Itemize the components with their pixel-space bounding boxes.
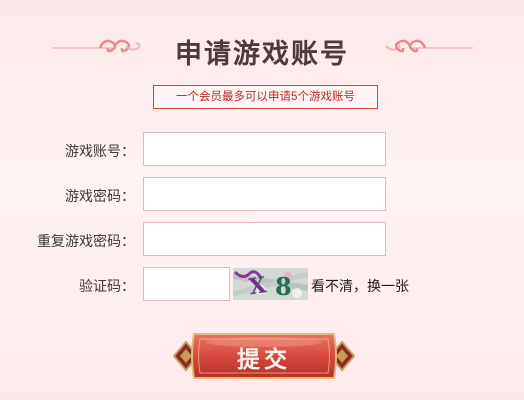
- right-cloud-ornament-icon: [385, 39, 473, 53]
- password-input[interactable]: [143, 177, 386, 211]
- captcha-image[interactable]: X 8: [233, 268, 308, 300]
- apply-game-account-panel: 申请游戏账号 一个会员最多可以申请5个游戏账号 游戏账号： 游戏密码： 重复游戏…: [0, 0, 524, 400]
- account-limit-notice: 一个会员最多可以申请5个游戏账号: [153, 85, 378, 109]
- submit-button[interactable]: 提交: [172, 326, 356, 386]
- confirm-password-input[interactable]: [143, 222, 386, 256]
- captcha-glyph-2: 8: [275, 272, 292, 300]
- account-input[interactable]: [143, 132, 386, 166]
- submit-button-label: 提交: [237, 347, 291, 372]
- password-label: 游戏密码：: [65, 188, 135, 204]
- account-label: 游戏账号：: [65, 143, 135, 159]
- captcha-label: 验证码：: [79, 278, 135, 294]
- captcha-input[interactable]: [143, 267, 230, 301]
- confirm-password-label: 重复游戏密码：: [37, 233, 135, 249]
- refresh-captcha-link[interactable]: 看不清，换一张: [311, 276, 409, 296]
